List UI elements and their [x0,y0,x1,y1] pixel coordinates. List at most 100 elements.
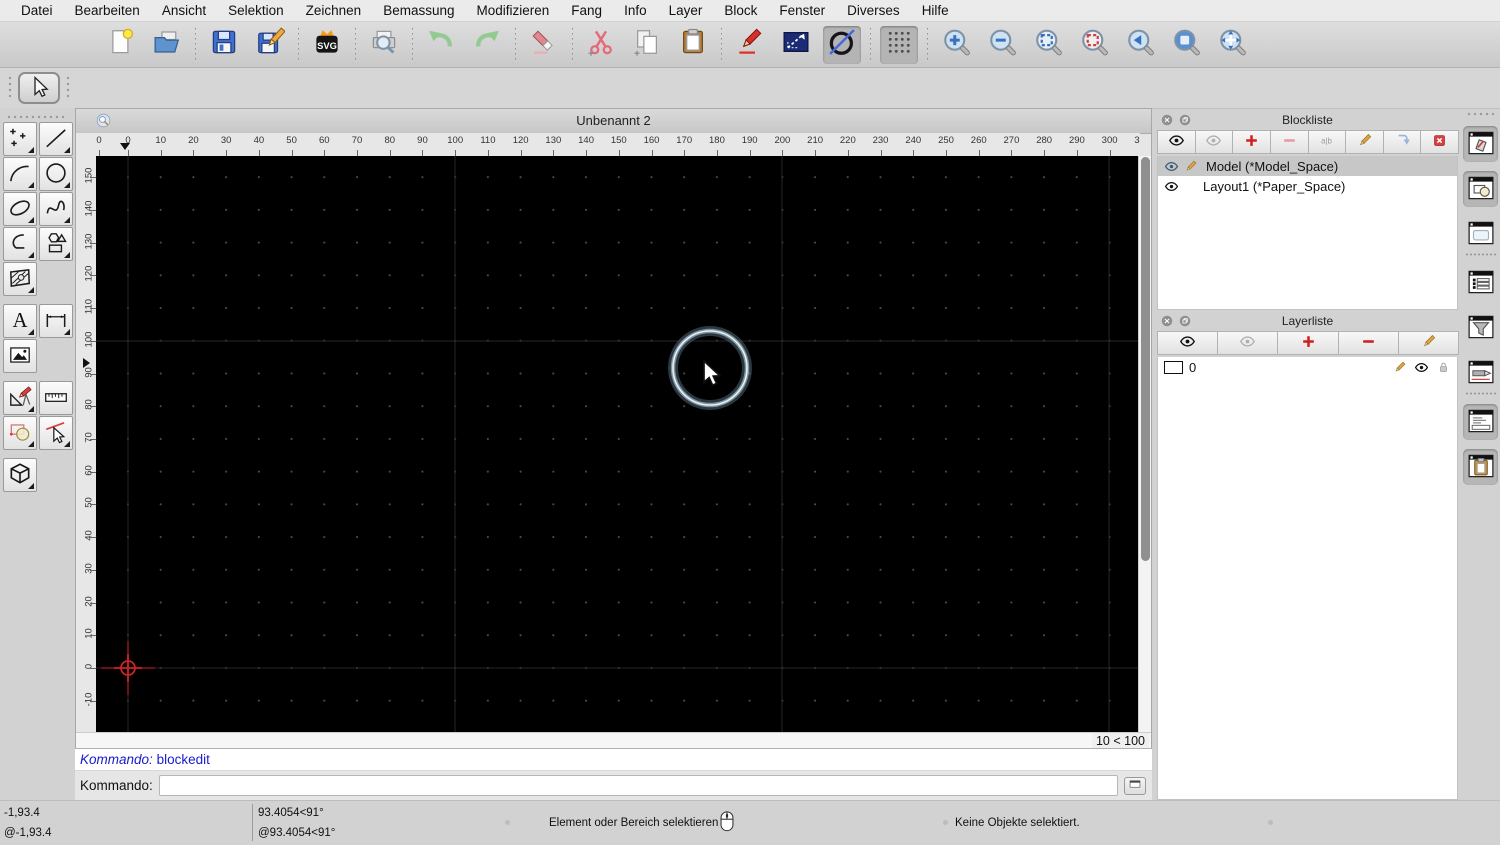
menu-ansicht[interactable]: Ansicht [151,3,217,18]
dock-block-toggle-button[interactable] [1463,126,1498,162]
menu-bearbeiten[interactable]: Bearbeiten [64,3,151,18]
line-tool-button[interactable] [39,122,73,156]
toolbar-handle[interactable] [8,75,12,101]
dock-shapes-toggle-button[interactable] [1463,171,1498,207]
select-tool-button[interactable] [18,72,60,104]
select-arrow-icon [27,75,51,102]
grid-toggle-button[interactable] [880,25,918,64]
menu-fang[interactable]: Fang [560,3,613,18]
menu-block[interactable]: Block [713,3,768,18]
modify-tool-button[interactable] [3,416,37,450]
dock-command-toggle-button[interactable] [1463,404,1498,440]
image-tool-button[interactable] [3,339,37,373]
eye-blue-icon[interactable] [1164,159,1179,174]
pencil-button[interactable] [1345,130,1384,154]
block-list-item[interactable]: Model (*Model_Space) [1158,156,1457,176]
copy-button[interactable] [628,26,666,64]
points-tool-button[interactable] [3,122,37,156]
delete-eraser-button[interactable] [525,26,563,64]
menu-layer[interactable]: Layer [658,3,714,18]
drawing-canvas[interactable] [96,156,1140,732]
tools-tool-button[interactable] [3,381,37,415]
polyline-tool-button[interactable] [3,227,37,261]
redo-button[interactable] [468,26,506,64]
undo-button[interactable] [422,26,460,64]
select-entity-tool-button[interactable] [39,416,73,450]
hatch-tool-button[interactable] [3,262,37,296]
new-file-button[interactable] [102,26,140,64]
toolbar-handle[interactable] [66,75,70,101]
dock-pen-toggle-button[interactable] [1463,355,1498,391]
menu-info[interactable]: Info [613,3,658,18]
menu-bemassung[interactable]: Bemassung [372,3,465,18]
layer-color-swatch[interactable] [1164,360,1183,374]
menu-zeichnen[interactable]: Zeichnen [295,3,373,18]
eye-gray-button[interactable] [1217,331,1279,355]
print-preview-button[interactable] [365,26,403,64]
eye-gray-button[interactable] [1194,130,1234,154]
menu-datei[interactable]: Datei [10,3,64,18]
zoom-window-button[interactable] [1167,26,1205,64]
draw-order-button[interactable] [777,26,815,64]
eye-button[interactable] [1157,331,1219,355]
box3d-tool-button[interactable] [3,458,37,492]
rename-ab-button[interactable]: a|b [1307,130,1347,154]
draft-mode-button[interactable] [823,25,861,64]
minus-dim-button[interactable] [1269,130,1309,154]
h-ruler-label: 130 [545,135,562,146]
shapes-tool-button[interactable] [39,227,73,261]
dock-plain-toggle-button[interactable] [1463,216,1498,252]
command-detach-button[interactable] [1124,776,1146,795]
circle-tool-button[interactable] [39,157,73,191]
eye-icon[interactable] [1414,360,1429,375]
dock-funnel-toggle-button[interactable] [1463,310,1498,346]
zoom-in-button[interactable] [937,26,975,64]
zoom-auto-button[interactable] [1029,26,1067,64]
cut-button[interactable] [582,26,620,64]
pencil-button[interactable] [1397,331,1460,355]
paste-button[interactable] [674,26,712,64]
measure-tool-button[interactable] [39,381,73,415]
zoom-previous-button[interactable] [1121,26,1159,64]
lock-icon[interactable] [1436,360,1451,375]
text-tool-button[interactable]: A [3,304,37,338]
pencil-icon[interactable] [1183,159,1198,174]
save-button[interactable] [205,26,243,64]
save-as-button[interactable] [251,26,289,64]
drawing-window-titlebar[interactable]: Unbenannt 2 [76,109,1151,134]
block-list-item[interactable]: Layout1 (*Paper_Space) [1158,176,1457,196]
absolute-coordinates: -1,93.4 [4,807,40,819]
eye-icon[interactable] [1164,179,1179,194]
plus-button[interactable] [1232,130,1271,154]
menu-modifizieren[interactable]: Modifizieren [466,3,561,18]
layer-list-item[interactable]: 0 [1158,357,1457,377]
remove-x-button[interactable] [1420,130,1459,154]
dimension-tool-button[interactable] [39,304,73,338]
dock-list-toggle-button[interactable] [1463,265,1498,301]
menu-hilfe[interactable]: Hilfe [911,3,960,18]
zoom-pan-button[interactable] [1213,26,1251,64]
menu-diverses[interactable]: Diverses [836,3,911,18]
eye-button[interactable] [1157,130,1196,154]
zoom-out-button[interactable] [983,26,1021,64]
pencil-icon[interactable] [1392,360,1407,375]
zoom-select-button[interactable] [1075,26,1113,64]
arc-tool-button[interactable] [3,157,37,191]
open-file-button[interactable] [148,26,186,64]
horizontal-scrollbar[interactable]: 10 < 100 [76,732,1151,749]
dock-handle[interactable] [1466,112,1496,116]
menu-fenster[interactable]: Fenster [768,3,836,18]
palette-handle[interactable] [6,115,68,119]
spline-tool-button[interactable] [39,192,73,226]
vertical-scrollbar-thumb[interactable] [1141,157,1150,561]
menu-selektion[interactable]: Selektion [217,3,295,18]
dock-clipboard-toggle-button[interactable] [1463,449,1498,485]
plus-button[interactable] [1277,331,1339,355]
insert-arrow-button[interactable] [1382,130,1422,154]
vertical-scrollbar[interactable] [1138,156,1151,732]
ellipse-tool-button[interactable] [3,192,37,226]
export-svg-button[interactable]: SVG [308,26,346,64]
command-input[interactable] [158,775,1118,796]
pen-attributes-button[interactable] [731,26,769,64]
minus-button[interactable] [1337,331,1399,355]
